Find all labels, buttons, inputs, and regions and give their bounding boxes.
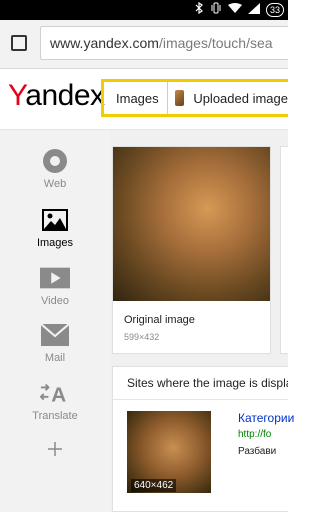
status-icons: 33 xyxy=(194,1,284,17)
original-image[interactable] xyxy=(113,147,270,301)
sidebar-item-web[interactable]: Web xyxy=(0,148,110,190)
tab-switcher-button[interactable] xyxy=(11,35,27,51)
bluetooth-icon xyxy=(194,1,204,17)
url-bar[interactable]: www.yandex.com/images/touch/sea xyxy=(40,26,288,60)
original-image-card[interactable]: Original image 599×432 xyxy=(112,146,271,354)
sites-section: Sites where the image is displayed 640×4… xyxy=(112,366,294,512)
logo-rest: andex xyxy=(25,79,105,112)
sidebar-item-video[interactable]: Video xyxy=(0,265,110,307)
wifi-icon xyxy=(227,2,242,17)
logo-initial: Y xyxy=(8,79,26,112)
svg-text:A: A xyxy=(51,383,66,405)
sidebar-item-label: Video xyxy=(41,295,69,307)
sidebar-item-label: Translate xyxy=(32,410,78,422)
sidebar-item-mail[interactable]: Mail xyxy=(0,322,110,364)
result-image-size: 640×462 xyxy=(131,479,177,492)
sidebar-item-label: Mail xyxy=(44,352,66,364)
result-title-link[interactable]: Категории xyxy=(238,411,294,425)
next-card[interactable] xyxy=(280,146,288,354)
url-host: www.yandex.com xyxy=(50,35,159,51)
battery-indicator: 33 xyxy=(265,2,284,17)
video-icon xyxy=(40,265,70,291)
original-image-title: Original image xyxy=(124,314,195,326)
search-box[interactable]: Images Uploaded image xyxy=(101,79,288,117)
plus-icon xyxy=(40,436,70,462)
browser-toolbar: www.yandex.com/images/touch/sea xyxy=(0,20,288,69)
yandex-logo[interactable]: Yandex xyxy=(8,79,105,113)
sites-heading: Sites where the image is displayed xyxy=(113,367,288,400)
search-tab-images[interactable]: Images xyxy=(104,82,168,114)
main-content: Original image 599×432 Sites where the i… xyxy=(110,130,294,512)
page-header: Yandex Images Uploaded image xyxy=(0,69,288,130)
status-bar: 33 xyxy=(0,0,288,20)
mail-icon xyxy=(40,322,70,348)
sidebar-item-translate[interactable]: A Translate xyxy=(0,380,110,422)
sidebar-item-label: Web xyxy=(43,178,67,190)
url-path: /images/touch/sea xyxy=(158,35,273,51)
vibrate-icon xyxy=(210,2,222,17)
result-snippet: Разбави xyxy=(238,446,277,457)
sidebar-item-images[interactable]: Images xyxy=(0,207,110,249)
signal-icon xyxy=(247,2,260,17)
original-image-dimensions: 599×432 xyxy=(124,332,160,342)
uploaded-image-thumbnail xyxy=(174,90,185,106)
sidebar: Web Images Video Mail A Translate xyxy=(0,130,110,512)
images-icon xyxy=(40,207,70,233)
translate-icon: A xyxy=(40,380,70,406)
sidebar-item-label: Images xyxy=(36,237,74,249)
web-icon xyxy=(40,148,70,174)
uploaded-image-label: Uploaded image xyxy=(193,90,288,106)
result-url[interactable]: http://fo xyxy=(238,429,271,440)
sidebar-item-more[interactable] xyxy=(0,436,110,466)
